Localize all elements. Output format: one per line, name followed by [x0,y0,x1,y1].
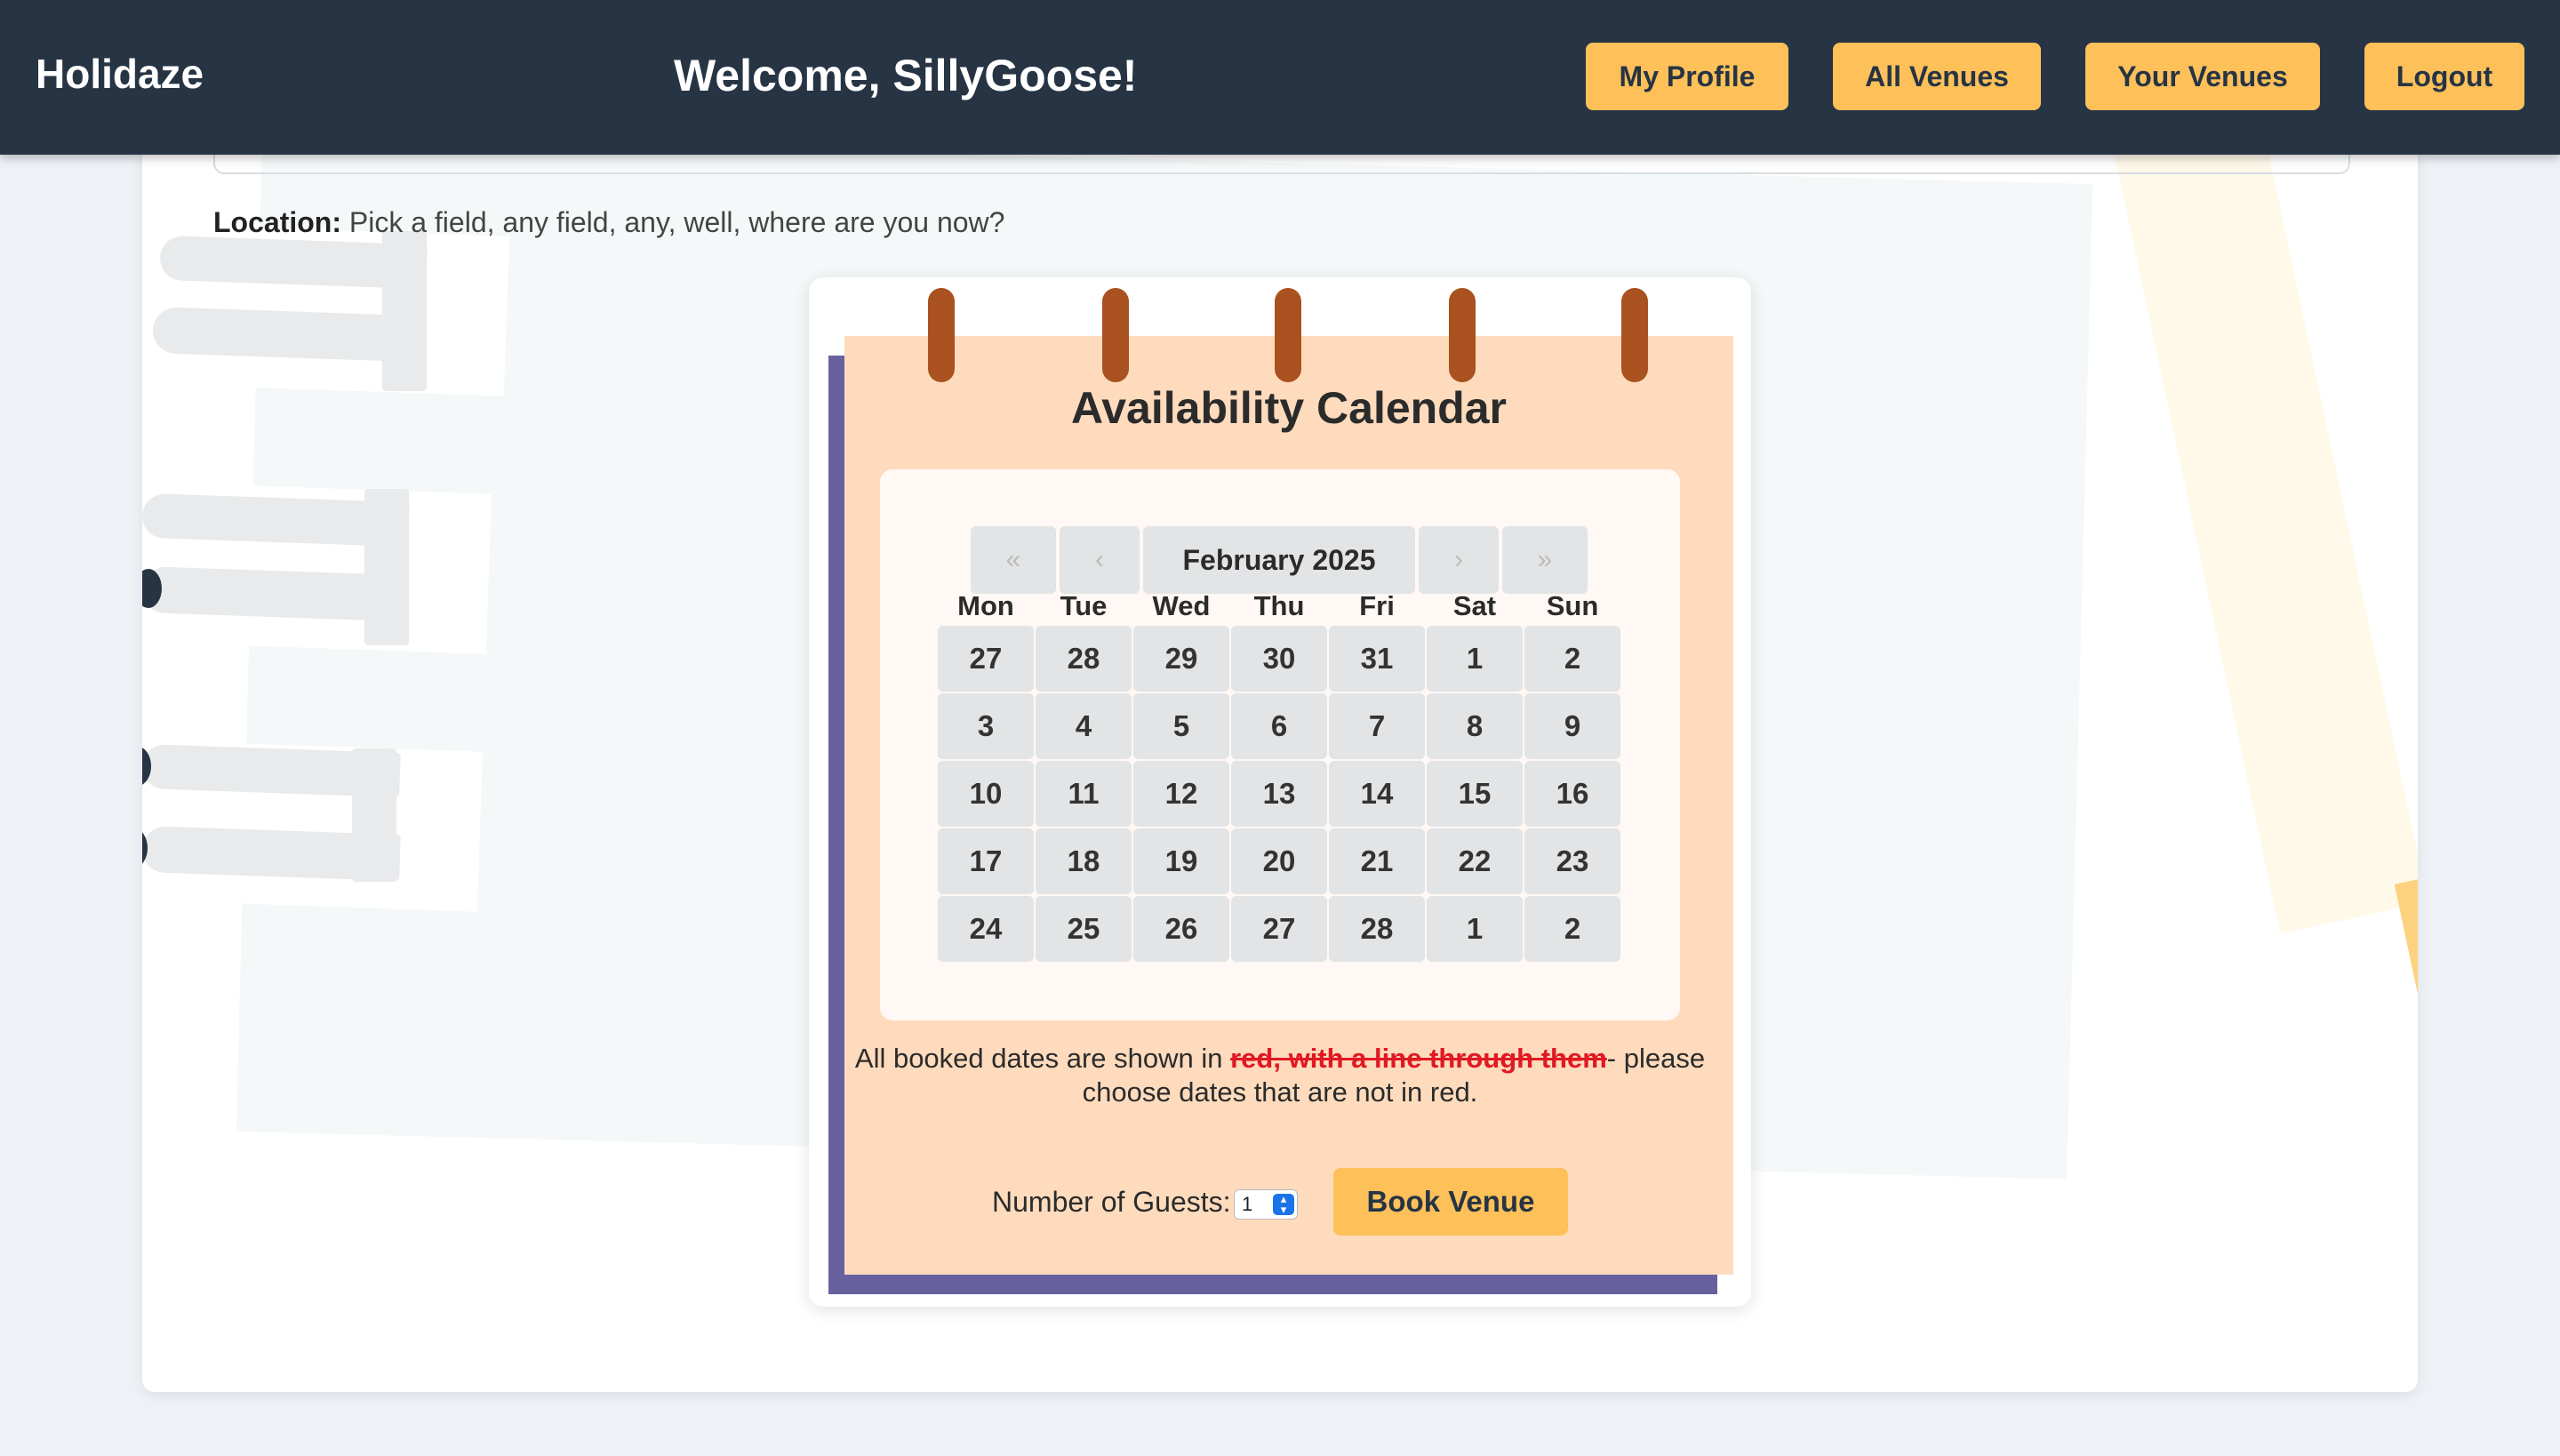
calendar-day[interactable]: 12 [1133,761,1229,827]
location-value: Pick a field, any field, any, well, wher… [340,206,1005,238]
calendar-day[interactable]: 6 [1231,693,1327,759]
select-stepper-icon: ▴ ▾ [1273,1193,1294,1215]
guests-select[interactable]: 1 ▴ ▾ [1234,1189,1298,1220]
welcome-message: Welcome, SillyGoose! [674,51,1138,100]
book-venue-button[interactable]: Book Venue [1333,1168,1568,1236]
calendar-day[interactable]: 5 [1133,693,1229,759]
calendar-day[interactable]: 22 [1427,828,1523,894]
location-row: Location: Pick a field, any field, any, … [213,206,1004,239]
prev-year-button[interactable]: « [971,526,1056,594]
weekday-header-row: Mon Tue Wed Thu Fri Sat Sun [937,590,1621,626]
calendar-day[interactable]: 8 [1427,693,1523,759]
calendar-day[interactable]: 2 [1524,626,1620,692]
calendar-day[interactable]: 14 [1329,761,1425,827]
calendar-ring [1449,288,1476,382]
calendar-grid: Mon Tue Wed Thu Fri Sat Sun 27 28 29 30 … [937,590,1621,964]
calendar-day[interactable]: 28 [1329,896,1425,962]
weekday-label: Tue [1060,590,1108,621]
weekday-label: Mon [957,590,1014,621]
next-month-button[interactable]: › [1419,526,1499,594]
booked-style-example: red, with a line through them [1230,1043,1607,1074]
calendar-week-row: 27 28 29 30 31 1 2 [937,626,1621,693]
calendar-day[interactable]: 2 [1524,896,1620,962]
prev-month-button[interactable]: ‹ [1060,526,1140,594]
calendar-ring [1102,288,1129,382]
booking-note: All booked dates are shown in red, with … [844,1042,1716,1109]
calendar-day[interactable]: 15 [1427,761,1523,827]
calendar-ring [928,288,955,382]
calendar-day[interactable]: 28 [1036,626,1132,692]
calendar-day[interactable]: 30 [1231,626,1327,692]
weekday-label: Thu [1253,590,1305,621]
calendar-ring [1621,288,1648,382]
brand-logo[interactable]: Holidaze [36,50,204,98]
calendar-ring [1275,288,1301,382]
background-stripe [2114,133,2418,934]
location-label: Location: [213,206,341,238]
calendar-day[interactable]: 21 [1329,828,1425,894]
all-venues-button[interactable]: All Venues [1833,43,2041,110]
calendar-day[interactable]: 25 [1036,896,1132,962]
calendar-day[interactable]: 3 [938,693,1034,759]
calendar-day[interactable]: 4 [1036,693,1132,759]
guests-label: Number of Guests: [992,1186,1231,1218]
calendar-week-row: 24 25 26 27 28 1 2 [937,896,1621,964]
calendar-day[interactable]: 1 [1427,626,1523,692]
calendar-day[interactable]: 16 [1524,761,1620,827]
calendar-day[interactable]: 7 [1329,693,1425,759]
calendar-day[interactable]: 19 [1133,828,1229,894]
logout-button[interactable]: Logout [2364,43,2524,110]
calendar-day[interactable]: 9 [1524,693,1620,759]
calendar-day[interactable]: 29 [1133,626,1229,692]
calendar-day[interactable]: 27 [1231,896,1327,962]
background-shape [382,231,427,391]
calendar-day[interactable]: 13 [1231,761,1327,827]
calendar-day[interactable]: 31 [1329,626,1425,692]
background-shape [352,748,396,882]
your-venues-button[interactable]: Your Venues [2085,43,2320,110]
top-navbar: Holidaze Welcome, SillyGoose! My Profile… [0,0,2560,155]
weekday-label: Wed [1152,590,1211,621]
background-shape [152,306,412,363]
next-year-button[interactable]: » [1502,526,1588,594]
background-stripe-edge [2394,878,2418,1024]
weekday-label: Fri [1359,590,1395,621]
calendar-day[interactable]: 26 [1133,896,1229,962]
calendar-day[interactable]: 18 [1036,828,1132,894]
weekday-label: Sat [1452,590,1497,621]
my-profile-button[interactable]: My Profile [1586,43,1788,110]
calendar-title: Availability Calendar [1071,383,1507,433]
booking-note-prefix: All booked dates are shown in [854,1043,1231,1074]
guests-value: 1 [1242,1193,1253,1215]
calendar-day[interactable]: 20 [1231,828,1327,894]
month-label[interactable]: February 2025 [1143,526,1415,594]
background-shape [364,489,409,645]
calendar-day[interactable]: 11 [1036,761,1132,827]
calendar-week-row: 3 4 5 6 7 8 9 [937,693,1621,761]
calendar-day[interactable]: 23 [1524,828,1620,894]
weekday-label: Sun [1546,590,1599,621]
calendar-day[interactable]: 1 [1427,896,1523,962]
calendar-week-row: 10 11 12 13 14 15 16 [937,761,1621,828]
calendar-day[interactable]: 27 [938,626,1034,692]
calendar-week-row: 17 18 19 20 21 22 23 [937,828,1621,896]
calendar-day[interactable]: 10 [938,761,1034,827]
calendar-day[interactable]: 24 [938,896,1034,962]
calendar-day[interactable]: 17 [938,828,1034,894]
background-shape [142,565,401,622]
